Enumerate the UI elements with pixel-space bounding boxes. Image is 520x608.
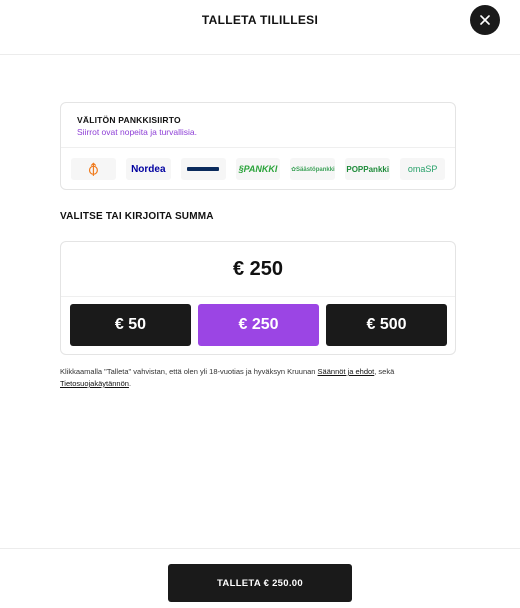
privacy-link[interactable]: Tietosuojakäytännön <box>60 379 129 388</box>
preset-50-button[interactable]: € 50 <box>70 304 191 346</box>
bank-option-omasp[interactable]: omaSP <box>400 158 446 180</box>
bank-option-saastopankki[interactable]: ✿Säästöpankki <box>290 158 336 180</box>
pop-pankki-logo-icon: POPPankki <box>346 164 390 174</box>
bank-transfer-title: VÄLITÖN PANKKISIIRTO <box>77 115 181 125</box>
bank-transfer-card: VÄLITÖN PANKKISIIRTO Siirrot ovat nopeit… <box>60 102 456 190</box>
close-icon <box>480 15 490 25</box>
page-title: TALLETA TILILLESI <box>201 13 319 27</box>
bank-option-nordea[interactable]: Nordea <box>125 158 171 180</box>
preset-250-button[interactable]: € 250 <box>198 304 319 346</box>
amount-card: € 50 € 250 € 500 <box>60 241 456 355</box>
preset-500-button[interactable]: € 500 <box>326 304 447 346</box>
amount-input[interactable] <box>61 242 455 296</box>
op-logo-icon: ⦽ <box>88 160 98 177</box>
danske-bank-logo-icon <box>187 167 220 171</box>
omasp-logo-icon: omaSP <box>407 164 438 174</box>
bank-option-danske-bank[interactable] <box>180 158 226 180</box>
terms-link[interactable]: Säännöt ja ehdot <box>318 367 375 376</box>
modal-footer: TALLETA € 250.00 <box>0 548 520 608</box>
bank-option-op[interactable]: ⦽ <box>71 158 116 180</box>
bank-transfer-subtitle: Siirrot ovat nopeita ja turvallisia. <box>77 127 198 137</box>
terms-text: Klikkaamalla "Talleta" vahvistan, että o… <box>60 367 395 388</box>
divider <box>61 296 455 297</box>
close-button[interactable] <box>470 5 500 35</box>
modal-header: TALLETA TILILLESI <box>0 0 520 55</box>
divider <box>61 147 455 148</box>
deposit-button[interactable]: TALLETA € 250.00 <box>168 564 352 602</box>
nordea-logo-icon: Nordea <box>131 163 166 175</box>
bank-option-pop-pankki[interactable]: POPPankki <box>345 158 391 180</box>
s-pankki-logo-icon: §PANKKI <box>238 164 278 174</box>
amount-section-label: VALITSE TAI KIRJOITA SUMMA <box>60 211 214 222</box>
saastopankki-logo-icon: ✿Säästöpankki <box>291 166 335 173</box>
bank-logo-row: ⦽ Nordea §PANKKI ✿Säästöpankki POPPankki… <box>71 158 446 180</box>
bank-option-s-pankki[interactable]: §PANKKI <box>235 158 281 180</box>
